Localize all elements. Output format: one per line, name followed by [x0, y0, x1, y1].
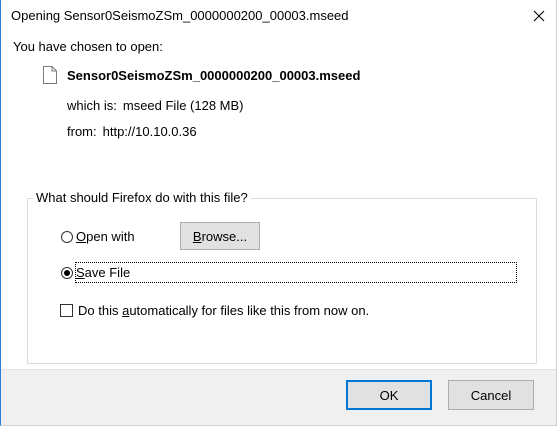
auto-action-checkbox-box[interactable]: [60, 304, 73, 317]
save-file-radio-circle[interactable]: [61, 266, 73, 279]
file-name: Sensor0SeismoZSm_0000000200_00003.mseed: [67, 68, 361, 83]
cancel-button[interactable]: Cancel: [448, 380, 534, 410]
title-bar: Opening Sensor0SeismoZSm_0000000200_0000…: [1, 0, 556, 31]
which-is-label: which is:: [67, 98, 117, 113]
open-with-label: Open with: [76, 229, 135, 244]
from-label: from:: [67, 124, 97, 139]
close-icon: [533, 10, 545, 21]
browse-label: Browse...: [192, 228, 248, 244]
save-file-focus-rect: [75, 262, 517, 283]
action-group-legend: What should Firefox do with this file?: [33, 190, 251, 205]
close-button[interactable]: [522, 0, 556, 31]
auto-action-checkbox[interactable]: Do this automatically for files like thi…: [60, 303, 369, 318]
dialog-content: You have chosen to open: Sensor0SeismoZS…: [1, 31, 556, 370]
chosen-label: You have chosen to open:: [13, 39, 163, 54]
file-type-value: mseed File (128 MB): [122, 98, 244, 113]
open-with-radio-circle[interactable]: [61, 230, 73, 243]
open-with-radio[interactable]: Open with: [61, 229, 135, 244]
file-type-row: which is: mseed File (128 MB): [67, 98, 244, 113]
auto-action-label: Do this automatically for files like thi…: [78, 303, 370, 318]
file-source-row: from: http://10.10.0.36: [67, 124, 197, 139]
file-source-value: http://10.10.0.36: [102, 124, 197, 139]
browse-button[interactable]: Browse...: [180, 222, 260, 250]
window-title: Opening Sensor0SeismoZSm_0000000200_0000…: [11, 8, 349, 23]
document-icon: [43, 66, 57, 84]
download-dialog: Opening Sensor0SeismoZSm_0000000200_0000…: [0, 0, 557, 426]
ok-button[interactable]: OK: [346, 380, 432, 410]
action-groupbox: What should Firefox do with this file? O…: [27, 190, 537, 364]
